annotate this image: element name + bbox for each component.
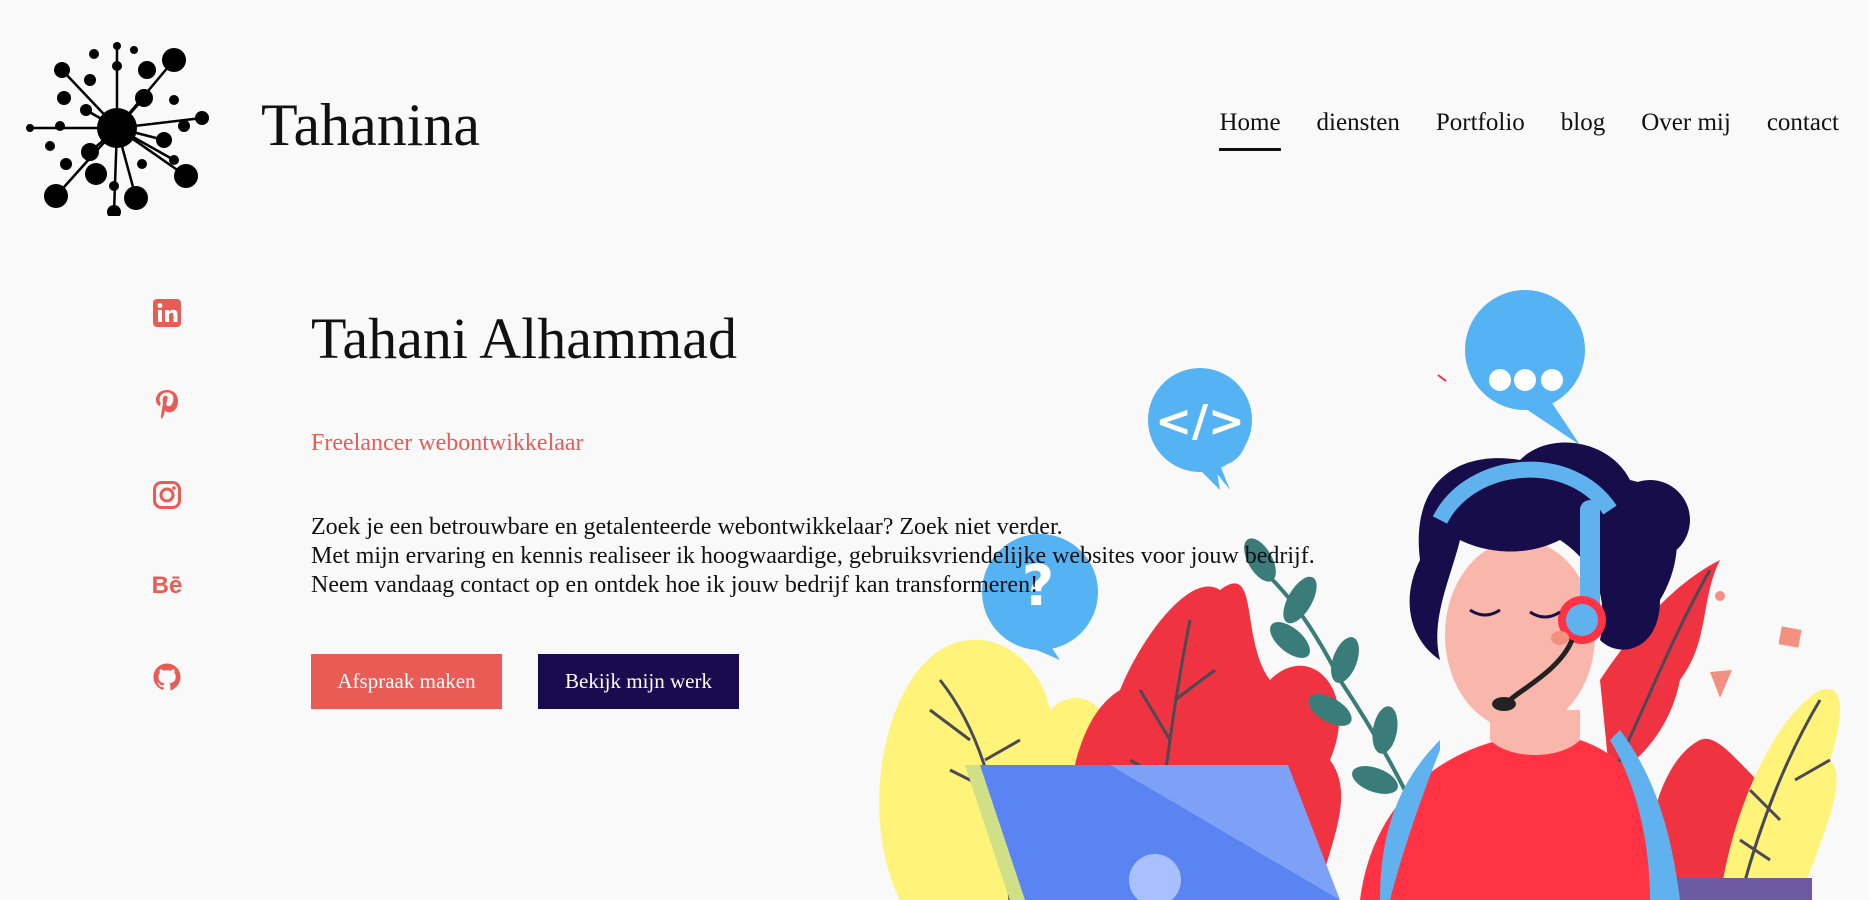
behance-icon[interactable]: Bē bbox=[146, 565, 188, 607]
hero-intro: Zoek je een betrouwbare en getalenteerde… bbox=[311, 513, 1411, 600]
brand-name[interactable]: Tahanina bbox=[261, 88, 480, 162]
nav-diensten[interactable]: diensten bbox=[1317, 104, 1400, 151]
hero-subtitle: Freelancer webontwikkelaar bbox=[311, 430, 584, 456]
pinterest-icon[interactable] bbox=[146, 383, 188, 425]
linkedin-icon[interactable] bbox=[146, 292, 188, 334]
laptop bbox=[965, 765, 1340, 900]
afspraak-maken-button[interactable]: Afspraak maken bbox=[311, 654, 502, 709]
dots-bubble-icon bbox=[1465, 290, 1585, 445]
github-icon[interactable] bbox=[146, 656, 188, 698]
right-plants bbox=[1647, 688, 1840, 900]
nav-blog[interactable]: blog bbox=[1561, 104, 1605, 151]
nav-portfolio[interactable]: Portfolio bbox=[1436, 104, 1525, 151]
intro-line: Neem vandaag contact op en ontdek hoe ik… bbox=[311, 572, 1039, 598]
code-bubble-icon: </> bbox=[1148, 368, 1252, 490]
nav-contact[interactable]: contact bbox=[1767, 104, 1839, 151]
instagram-icon[interactable] bbox=[146, 474, 188, 516]
bekijk-mijn-werk-button[interactable]: Bekijk mijn werk bbox=[538, 654, 739, 709]
intro-line: Met mijn ervaring en kennis realiseer ik… bbox=[311, 543, 1315, 569]
nav-over-mij[interactable]: Over mij bbox=[1641, 104, 1731, 151]
hero-name: Tahani Alhammad bbox=[311, 306, 737, 371]
social-links: Bē bbox=[146, 292, 188, 747]
nav-home[interactable]: Home bbox=[1219, 104, 1281, 151]
svg-text:</>: </> bbox=[1155, 396, 1245, 447]
intro-line: Zoek je een betrouwbare en getalenteerde… bbox=[311, 514, 1063, 540]
main-nav: Home diensten Portfolio blog Over mij co… bbox=[1183, 104, 1839, 151]
network-dots-logo-icon[interactable] bbox=[24, 40, 210, 216]
behance-glyph: Bē bbox=[151, 572, 183, 599]
